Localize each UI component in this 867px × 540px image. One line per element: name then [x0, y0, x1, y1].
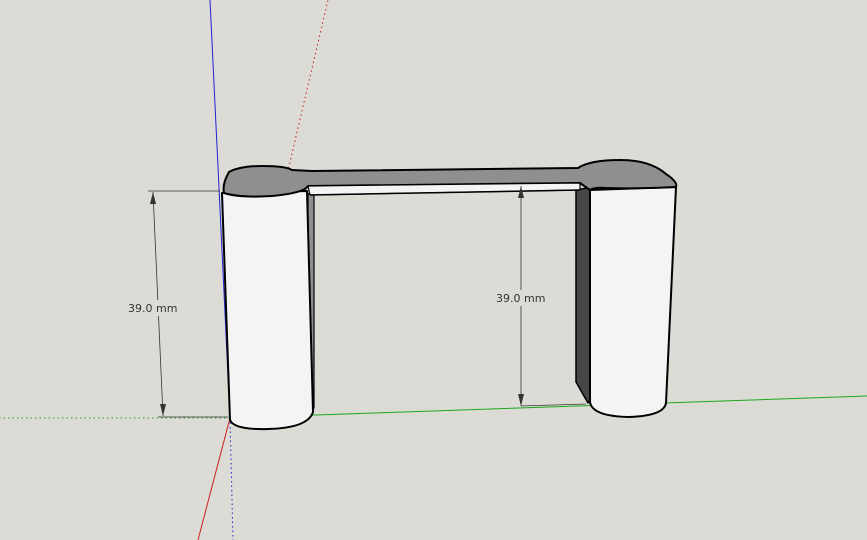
dimension-left-arrow-top	[150, 192, 156, 204]
green-axis-solid	[229, 395, 867, 419]
dimension-right-arrow-bottom	[518, 394, 524, 406]
right-pillar-body	[589, 186, 677, 418]
3d-scene[interactable]: 39.0 mm 39.0 mm	[0, 0, 867, 540]
blue-axis-dashed	[229, 417, 234, 540]
dimension-right[interactable]: 39.0 mm	[492, 186, 587, 407]
dimension-left-arrow-bottom	[160, 404, 166, 416]
axes	[0, 0, 867, 540]
dimension-left[interactable]: 39.0 mm	[124, 190, 228, 418]
model-viewport[interactable]: 39.0 mm 39.0 mm	[0, 0, 867, 540]
red-axis-solid	[197, 417, 231, 540]
dimension-left-label: 39.0 mm	[128, 302, 177, 315]
dimension-right-label: 39.0 mm	[496, 292, 545, 305]
left-pillar-body	[221, 190, 314, 431]
bridge-model[interactable]	[221, 159, 678, 431]
